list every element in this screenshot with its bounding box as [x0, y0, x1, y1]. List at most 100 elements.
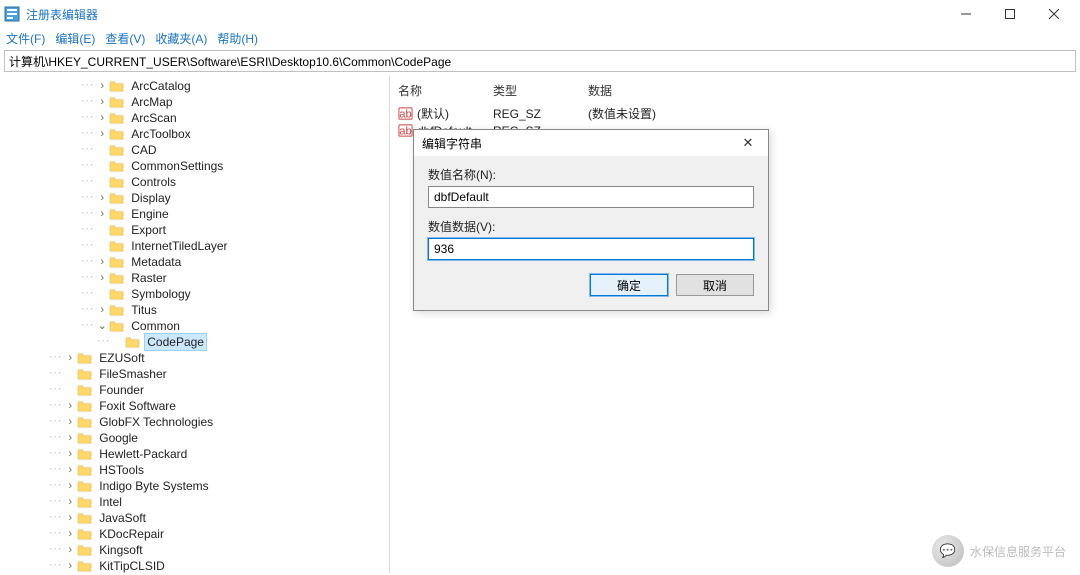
tree-item[interactable]: ···›EZUSoft — [0, 350, 389, 366]
tree-item-label: CodePage — [145, 334, 206, 350]
tree-item[interactable]: ···›KitTipCLSID — [0, 558, 389, 573]
tree-item[interactable]: ···›ArcScan — [0, 110, 389, 126]
tree-item[interactable]: ···›Metadata — [0, 254, 389, 270]
col-data[interactable]: 数据 — [588, 82, 1072, 99]
tree-item-label: Controls — [129, 174, 178, 190]
expand-icon[interactable]: › — [95, 254, 109, 270]
value-data-label: 数值数据(V): — [428, 218, 754, 235]
tree-item-label: EZUSoft — [97, 350, 146, 366]
dialog-title: 编辑字符串 — [422, 135, 482, 152]
tree-item[interactable]: ···InternetTiledLayer — [0, 238, 389, 254]
tree-item[interactable]: ···›Hewlett-Packard — [0, 446, 389, 462]
tree-item[interactable]: ···Controls — [0, 174, 389, 190]
regedit-icon — [4, 6, 20, 22]
expand-icon[interactable]: › — [63, 526, 77, 542]
address-bar[interactable]: 计算机\HKEY_CURRENT_USER\Software\ESRI\Desk… — [4, 50, 1076, 72]
expand-icon[interactable]: › — [95, 110, 109, 126]
tree-item[interactable]: ···›Raster — [0, 270, 389, 286]
tree-item-label: KitTipCLSID — [97, 558, 167, 573]
tree-pane[interactable]: ···›ArcCatalog···›ArcMap···›ArcScan···›A… — [0, 76, 390, 573]
value-row[interactable]: ab(默认)REG_SZ(数值未设置) — [398, 105, 1072, 122]
cancel-button[interactable]: 取消 — [676, 274, 754, 296]
expand-icon[interactable]: › — [95, 94, 109, 110]
expand-icon[interactable]: › — [63, 510, 77, 526]
tree-item[interactable]: ···Export — [0, 222, 389, 238]
tree-item-label: Engine — [129, 206, 170, 222]
tree-item[interactable]: ···›HSTools — [0, 462, 389, 478]
tree-item-label: ArcCatalog — [129, 78, 192, 94]
tree-item[interactable]: ···›ArcCatalog — [0, 78, 389, 94]
tree-item[interactable]: ···›Foxit Software — [0, 398, 389, 414]
expand-icon[interactable]: › — [95, 302, 109, 318]
tree-item[interactable]: ···⌄Common — [0, 318, 389, 334]
value-data-input[interactable] — [428, 238, 754, 260]
tree-item[interactable]: ···›ArcToolbox — [0, 126, 389, 142]
tree-item-label: Google — [97, 430, 140, 446]
expand-icon[interactable]: › — [63, 542, 77, 558]
col-type[interactable]: 类型 — [493, 82, 588, 99]
tree-item[interactable]: ···›Titus — [0, 302, 389, 318]
tree-item-label: Intel — [97, 494, 124, 510]
expand-icon[interactable]: › — [95, 190, 109, 206]
wechat-icon: 💬 — [932, 535, 964, 567]
menu-edit[interactable]: 编辑(E) — [55, 30, 95, 47]
value-name-input[interactable] — [428, 186, 754, 208]
tree-item[interactable]: ···CommonSettings — [0, 158, 389, 174]
tree-item-label: Kingsoft — [97, 542, 144, 558]
svg-text:ab: ab — [399, 125, 412, 137]
tree-item[interactable]: ···Symbology — [0, 286, 389, 302]
ok-button[interactable]: 确定 — [590, 274, 668, 296]
maximize-button[interactable] — [988, 0, 1032, 28]
expand-icon[interactable]: › — [63, 350, 77, 366]
menu-view[interactable]: 查看(V) — [105, 30, 145, 47]
tree-item-label: Foxit Software — [97, 398, 178, 414]
tree-item-label: Export — [129, 222, 168, 238]
tree-item[interactable]: ···›ArcMap — [0, 94, 389, 110]
expand-icon[interactable]: › — [95, 206, 109, 222]
tree-item[interactable]: ···›KDocRepair — [0, 526, 389, 542]
tree-item[interactable]: ···CodePage — [0, 334, 389, 350]
tree-item[interactable]: ···Founder — [0, 382, 389, 398]
tree-item-label: Founder — [97, 382, 146, 398]
close-button[interactable] — [1032, 0, 1076, 28]
tree-item-label: Titus — [129, 302, 159, 318]
expand-icon[interactable]: › — [63, 414, 77, 430]
tree-item-label: GlobFX Technologies — [97, 414, 215, 430]
col-name[interactable]: 名称 — [398, 82, 493, 99]
tree-item-label: InternetTiledLayer — [129, 238, 229, 254]
expand-icon[interactable]: › — [63, 446, 77, 462]
menu-help[interactable]: 帮助(H) — [217, 30, 258, 47]
tree-item[interactable]: ···›GlobFX Technologies — [0, 414, 389, 430]
tree-item[interactable]: ···›Display — [0, 190, 389, 206]
tree-item[interactable]: ···›JavaSoft — [0, 510, 389, 526]
minimize-button[interactable] — [944, 0, 988, 28]
expand-icon[interactable]: › — [95, 126, 109, 142]
expand-icon[interactable]: › — [63, 398, 77, 414]
tree-item[interactable]: ···FileSmasher — [0, 366, 389, 382]
tree-item[interactable]: ···›Google — [0, 430, 389, 446]
expand-icon[interactable]: › — [63, 478, 77, 494]
expand-icon[interactable]: › — [63, 430, 77, 446]
address-text: 计算机\HKEY_CURRENT_USER\Software\ESRI\Desk… — [9, 53, 451, 70]
menu-favorites[interactable]: 收藏夹(A) — [155, 30, 207, 47]
dialog-titlebar[interactable]: 编辑字符串 ✕ — [414, 130, 768, 156]
tree-item[interactable]: ···›Kingsoft — [0, 542, 389, 558]
tree-item-label: HSTools — [97, 462, 146, 478]
expand-icon[interactable]: › — [63, 494, 77, 510]
dialog-close-button[interactable]: ✕ — [736, 135, 760, 151]
expand-icon[interactable]: › — [63, 462, 77, 478]
tree-item[interactable]: ···CAD — [0, 142, 389, 158]
tree-item-label: CAD — [129, 142, 158, 158]
menu-file[interactable]: 文件(F) — [6, 30, 45, 47]
expand-icon[interactable]: › — [63, 558, 77, 573]
tree-item-label: Display — [129, 190, 172, 206]
tree-item[interactable]: ···›Indigo Byte Systems — [0, 478, 389, 494]
expand-icon[interactable]: ⌄ — [95, 318, 109, 334]
tree-item-label: Hewlett-Packard — [97, 446, 189, 462]
tree-item[interactable]: ···›Intel — [0, 494, 389, 510]
tree-item-label: Metadata — [129, 254, 183, 270]
tree-item[interactable]: ···›Engine — [0, 206, 389, 222]
watermark: 💬 水保信息服务平台 — [932, 535, 1066, 567]
expand-icon[interactable]: › — [95, 78, 109, 94]
expand-icon[interactable]: › — [95, 270, 109, 286]
